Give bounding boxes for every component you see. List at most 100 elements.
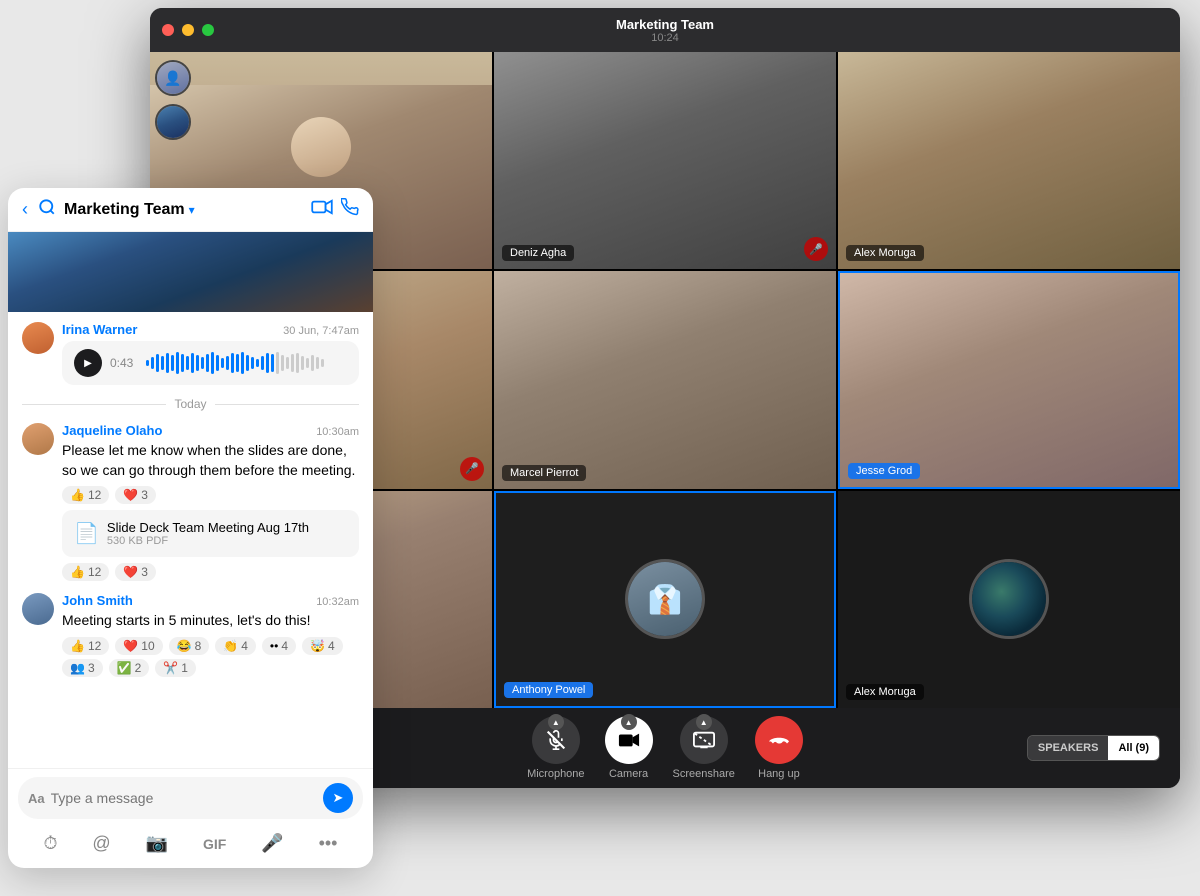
sender-john: John Smith (62, 593, 133, 608)
participant-avatar-anthony: 👔 (625, 559, 705, 639)
input-toolbar: ⏱ @ 📷 GIF 🎤 ••• (18, 827, 363, 860)
reaction-thumbs-up[interactable]: 👍 12 (62, 486, 109, 504)
reaction-heart-attach[interactable]: ❤️ 3 (115, 563, 156, 581)
reaction-john-8[interactable]: ✅2 (109, 659, 150, 677)
divider-line-right (215, 404, 359, 405)
chat-window: ‹ Marketing Team ▾ (8, 188, 373, 868)
chat-chevron[interactable]: ▾ (189, 203, 195, 217)
camera-control[interactable]: ▲ Camera (605, 716, 653, 780)
reactions-john: 👍12 ❤️10 😂8 👏4 ••4 🤯4 (62, 637, 359, 655)
participant-cell-deniz: Deniz Agha 🎤 (494, 52, 836, 269)
message-irina: Irina Warner 30 Jun, 7:47am ▶ 0:43 (22, 322, 359, 385)
reactions-attachment: 👍 12 ❤️ 3 (62, 563, 359, 581)
participant-name-deniz: Deniz Agha (502, 245, 574, 261)
sender-irina: Irina Warner (62, 322, 137, 337)
message-content-irina: Irina Warner 30 Jun, 7:47am ▶ 0:43 (62, 322, 359, 385)
avatar-irina (22, 322, 54, 354)
message-content-jaqueline: Jaqueline Olaho 10:30am Please let me kn… (62, 423, 359, 581)
message-header-john: John Smith 10:32am (62, 593, 359, 608)
audio-message[interactable]: ▶ 0:43 (62, 341, 359, 385)
chat-video-button[interactable] (311, 199, 333, 220)
text-john: Meeting starts in 5 minutes, let's do th… (62, 611, 359, 631)
reactions-jaqueline: 👍 12 ❤️ 3 (62, 486, 359, 504)
chat-phone-button[interactable] (341, 198, 359, 221)
audio-waveform (146, 351, 347, 375)
time-jaqueline: 10:30am (316, 426, 359, 438)
chat-title-wrap: Marketing Team ▾ (64, 201, 303, 219)
reaction-john-6[interactable]: 🤯4 (302, 637, 343, 655)
call-name: Marketing Team (616, 17, 714, 32)
maximize-button[interactable] (202, 24, 214, 36)
file-attachment[interactable]: 📄 Slide Deck Team Meeting Aug 17th 530 K… (62, 510, 359, 557)
message-john: John Smith 10:32am Meeting starts in 5 m… (22, 593, 359, 677)
reactions-john-2: 👥3 ✅2 ✂️1 (62, 659, 359, 677)
message-jaqueline: Jaqueline Olaho 10:30am Please let me kn… (22, 423, 359, 581)
minimize-button[interactable] (182, 24, 194, 36)
participant-cell-jesse: Jesse Grod (838, 271, 1180, 488)
camera-toolbar-button[interactable]: 📷 (142, 829, 172, 858)
camera-label: Camera (609, 768, 648, 780)
reaction-emoji: 👍 (70, 488, 85, 502)
video-titlebar: Marketing Team 10:24 (150, 8, 1180, 52)
time-irina: 30 Jun, 7:47am (283, 325, 359, 337)
chat-input-area: Aa ➤ ⏱ @ 📷 GIF 🎤 ••• (8, 768, 373, 868)
reaction-john-2[interactable]: ❤️10 (115, 637, 162, 655)
participant-cell-marcel: Marcel Pierrot (494, 271, 836, 488)
reaction-john-5[interactable]: ••4 (262, 637, 296, 655)
participant-name-anthony: Anthony Powel (504, 682, 593, 698)
microphone-label: Microphone (527, 768, 584, 780)
screen-up-arrow[interactable]: ▲ (696, 714, 712, 730)
reaction-john-7[interactable]: 👥3 (62, 659, 103, 677)
file-info: Slide Deck Team Meeting Aug 17th 530 KB … (107, 520, 309, 547)
sidebar-avatar-2[interactable] (155, 104, 191, 140)
message-input[interactable] (51, 790, 317, 806)
mute-indicator-dawson: 🎤 (460, 457, 484, 481)
reaction-emoji: ❤️ (123, 488, 138, 502)
more-toolbar-button[interactable]: ••• (315, 829, 342, 858)
gif-button[interactable]: GIF (199, 832, 230, 856)
file-name: Slide Deck Team Meeting Aug 17th (107, 520, 309, 535)
search-button[interactable] (38, 198, 56, 221)
mention-button[interactable]: @ (88, 829, 114, 858)
microphone-control[interactable]: ▲ Microphone (527, 716, 584, 780)
participant-avatar-alex2 (969, 559, 1049, 639)
message-content-john: John Smith 10:32am Meeting starts in 5 m… (62, 593, 359, 677)
divider-label: Today (174, 397, 206, 411)
font-size-button[interactable]: Aa (28, 791, 45, 806)
chat-messages[interactable]: Irina Warner 30 Jun, 7:47am ▶ 0:43 (8, 312, 373, 768)
text-jaqueline: Please let me know when the slides are d… (62, 441, 359, 480)
reaction-john-9[interactable]: ✂️1 (155, 659, 196, 677)
participant-cell-anthony: 👔 Anthony Powel (494, 491, 836, 708)
camera-up-arrow[interactable]: ▲ (621, 714, 637, 730)
reaction-john-1[interactable]: 👍12 (62, 637, 109, 655)
hangup-control[interactable]: Hang up (755, 716, 803, 780)
screenshare-control[interactable]: ▲ Screenshare (673, 716, 735, 780)
participant-name-jesse: Jesse Grod (848, 463, 920, 479)
file-meta: 530 KB PDF (107, 535, 309, 547)
chat-image-preview (8, 232, 373, 312)
mic-up-arrow[interactable]: ▲ (548, 714, 564, 730)
divider-today: Today (22, 397, 359, 411)
reaction-john-4[interactable]: 👏4 (215, 637, 256, 655)
reaction-count: 3 (141, 488, 148, 502)
participant-name-alex2: Alex Moruga (846, 684, 924, 700)
reaction-heart[interactable]: ❤️ 3 (115, 486, 156, 504)
mic-toolbar-button[interactable]: 🎤 (257, 829, 287, 858)
chat-header: ‹ Marketing Team ▾ (8, 188, 373, 232)
timer-button[interactable]: ⏱ (39, 829, 61, 858)
traffic-lights (162, 24, 214, 36)
reaction-count: 12 (88, 488, 101, 502)
reaction-thumbsup-attach[interactable]: 👍 12 (62, 563, 109, 581)
sidebar-avatar-1[interactable]: 👤 (155, 60, 191, 96)
speakers-badge[interactable]: SPEAKERS All (9) (1027, 735, 1160, 761)
audio-play-button[interactable]: ▶ (74, 349, 102, 377)
send-button[interactable]: ➤ (323, 783, 353, 813)
back-button[interactable]: ‹ (22, 199, 28, 220)
speakers-text: SPEAKERS (1028, 736, 1109, 760)
video-title: Marketing Team 10:24 (616, 17, 714, 44)
close-button[interactable] (162, 24, 174, 36)
message-input-row: Aa ➤ (18, 777, 363, 819)
divider-line-left (22, 404, 166, 405)
reaction-john-3[interactable]: 😂8 (169, 637, 210, 655)
hangup-button[interactable] (755, 716, 803, 764)
